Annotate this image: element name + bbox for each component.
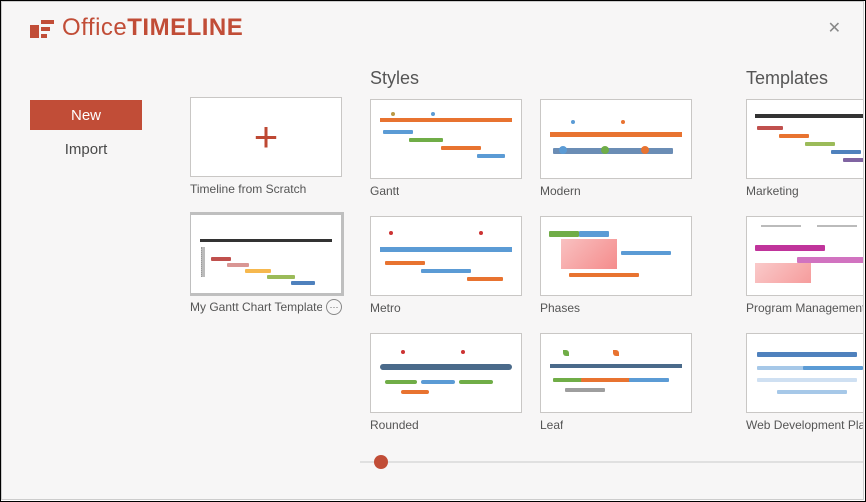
sidebar: New Import <box>30 50 190 499</box>
body: New Import + Timeline from Scratch <box>2 50 863 499</box>
sidebar-new-button[interactable]: New <box>30 100 142 130</box>
template-label: Program Management <box>746 301 863 315</box>
style-rounded[interactable]: Rounded <box>370 333 522 432</box>
scroll-thumb[interactable] <box>374 455 388 469</box>
brand-second: TIMELINE <box>127 14 243 41</box>
brand-text: OfficeTIMELINE <box>62 14 243 42</box>
template-my-gantt[interactable]: My Gantt Chart Template ⋯ <box>190 214 342 315</box>
style-label: Leaf <box>540 418 563 432</box>
template-label: Web Development Plan <box>746 418 863 432</box>
template-scratch[interactable]: + Timeline from Scratch <box>190 97 342 196</box>
section-templates-title: Templates <box>746 68 863 89</box>
style-phases[interactable]: Phases <box>540 216 692 315</box>
more-icon[interactable]: ⋯ <box>326 299 342 315</box>
style-modern[interactable]: Modern <box>540 99 692 198</box>
style-gantt[interactable]: Gantt <box>370 99 522 198</box>
content: + Timeline from Scratch <box>190 50 863 499</box>
template-label: Marketing <box>746 184 799 198</box>
template-webdev[interactable]: Web Development Plan <box>746 333 863 432</box>
template-program[interactable]: Program Management <box>746 216 863 315</box>
main-window: OfficeTIMELINE ✕ New Import + Timeline f… <box>1 1 864 500</box>
style-label: Modern <box>540 184 581 198</box>
brand-first: Office <box>62 14 127 41</box>
style-metro[interactable]: Metro <box>370 216 522 315</box>
sidebar-import-button[interactable]: Import <box>30 134 142 164</box>
style-label: Phases <box>540 301 580 315</box>
template-marketing[interactable]: Marketing <box>746 99 863 198</box>
section-styles-title: Styles <box>370 68 694 89</box>
style-leaf[interactable]: Leaf <box>540 333 692 432</box>
scroll-track[interactable] <box>360 461 863 463</box>
style-label: Rounded <box>370 418 419 432</box>
template-label: Timeline from Scratch <box>190 182 306 196</box>
header: OfficeTIMELINE ✕ <box>2 2 863 50</box>
style-label: Metro <box>370 301 401 315</box>
close-icon[interactable]: ✕ <box>824 14 845 42</box>
template-label: My Gantt Chart Template <box>190 300 322 314</box>
logo-icon <box>30 18 54 38</box>
plus-icon: + <box>254 116 279 158</box>
style-label: Gantt <box>370 184 399 198</box>
